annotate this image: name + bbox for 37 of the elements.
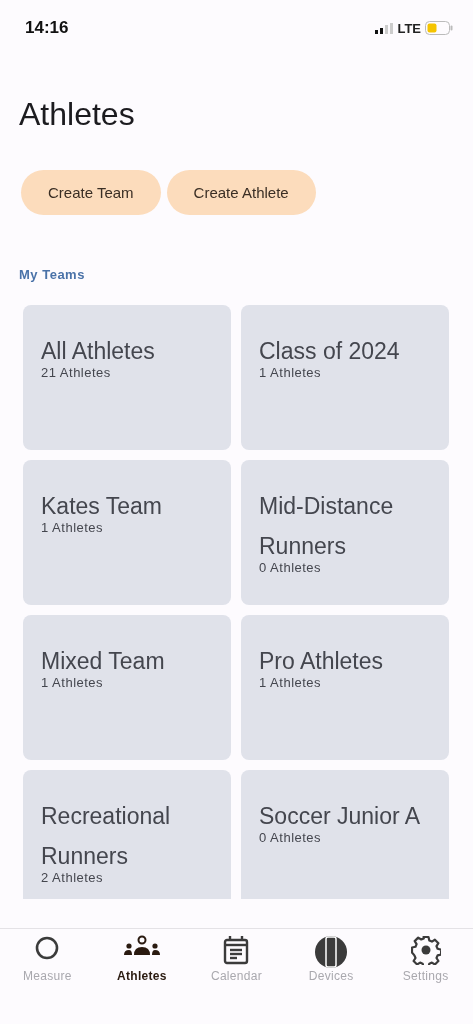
signal-icon [375,22,394,34]
team-name: Soccer Junior A [259,802,421,831]
team-name: All Athletes [41,337,155,366]
team-card[interactable]: Soccer Junior A 0 Athletes [241,770,449,899]
team-name: Class of 2024 [259,337,400,366]
athlete-count: 2 Athletes [41,870,104,885]
team-name: Pro Athletes [259,647,384,676]
team-name: Recreational Runners [41,802,172,871]
athlete-count: 1 Athletes [41,520,104,535]
athlete-count: 1 Athletes [259,365,322,380]
page-title: Athletes [19,95,136,134]
team-card[interactable]: All Athletes 21 Athletes [23,305,231,450]
team-name: Mid-Distance Runners [259,492,395,561]
battery-icon [425,21,453,35]
team-card[interactable]: Mid-Distance Runners 0 Athletes [241,460,449,605]
settings-icon [410,935,441,965]
team-card[interactable]: Class of 2024 1 Athletes [241,305,449,450]
tab-item[interactable]: Athletes [96,935,187,983]
team-card[interactable]: Recreational Runners 2 Athletes [23,770,231,899]
section-label: My Teams [19,267,86,282]
athlete-count: 1 Athletes [41,675,104,690]
team-card[interactable]: Pro Athletes 1 Athletes [241,615,449,760]
circle-icon [34,935,61,961]
team-card[interactable]: Kates Team 1 Athletes [23,460,231,605]
create-button[interactable]: Create Team [21,170,161,215]
team-name: Mixed Team [41,647,165,676]
calendar-icon [223,935,250,965]
athlete-count: 0 Athletes [259,830,322,845]
status-time: 14:16 [25,18,69,38]
athlete-count: 0 Athletes [259,560,322,575]
team-card[interactable]: Mixed Team 1 Athletes [23,615,231,760]
athlete-count: 1 Athletes [259,675,322,690]
network-label: LTE [397,20,421,36]
create-button[interactable]: Create Athlete [166,170,316,215]
phone-icon [314,935,349,969]
athlete-count: 21 Athletes [41,365,111,380]
team-name: Kates Team [41,492,163,521]
